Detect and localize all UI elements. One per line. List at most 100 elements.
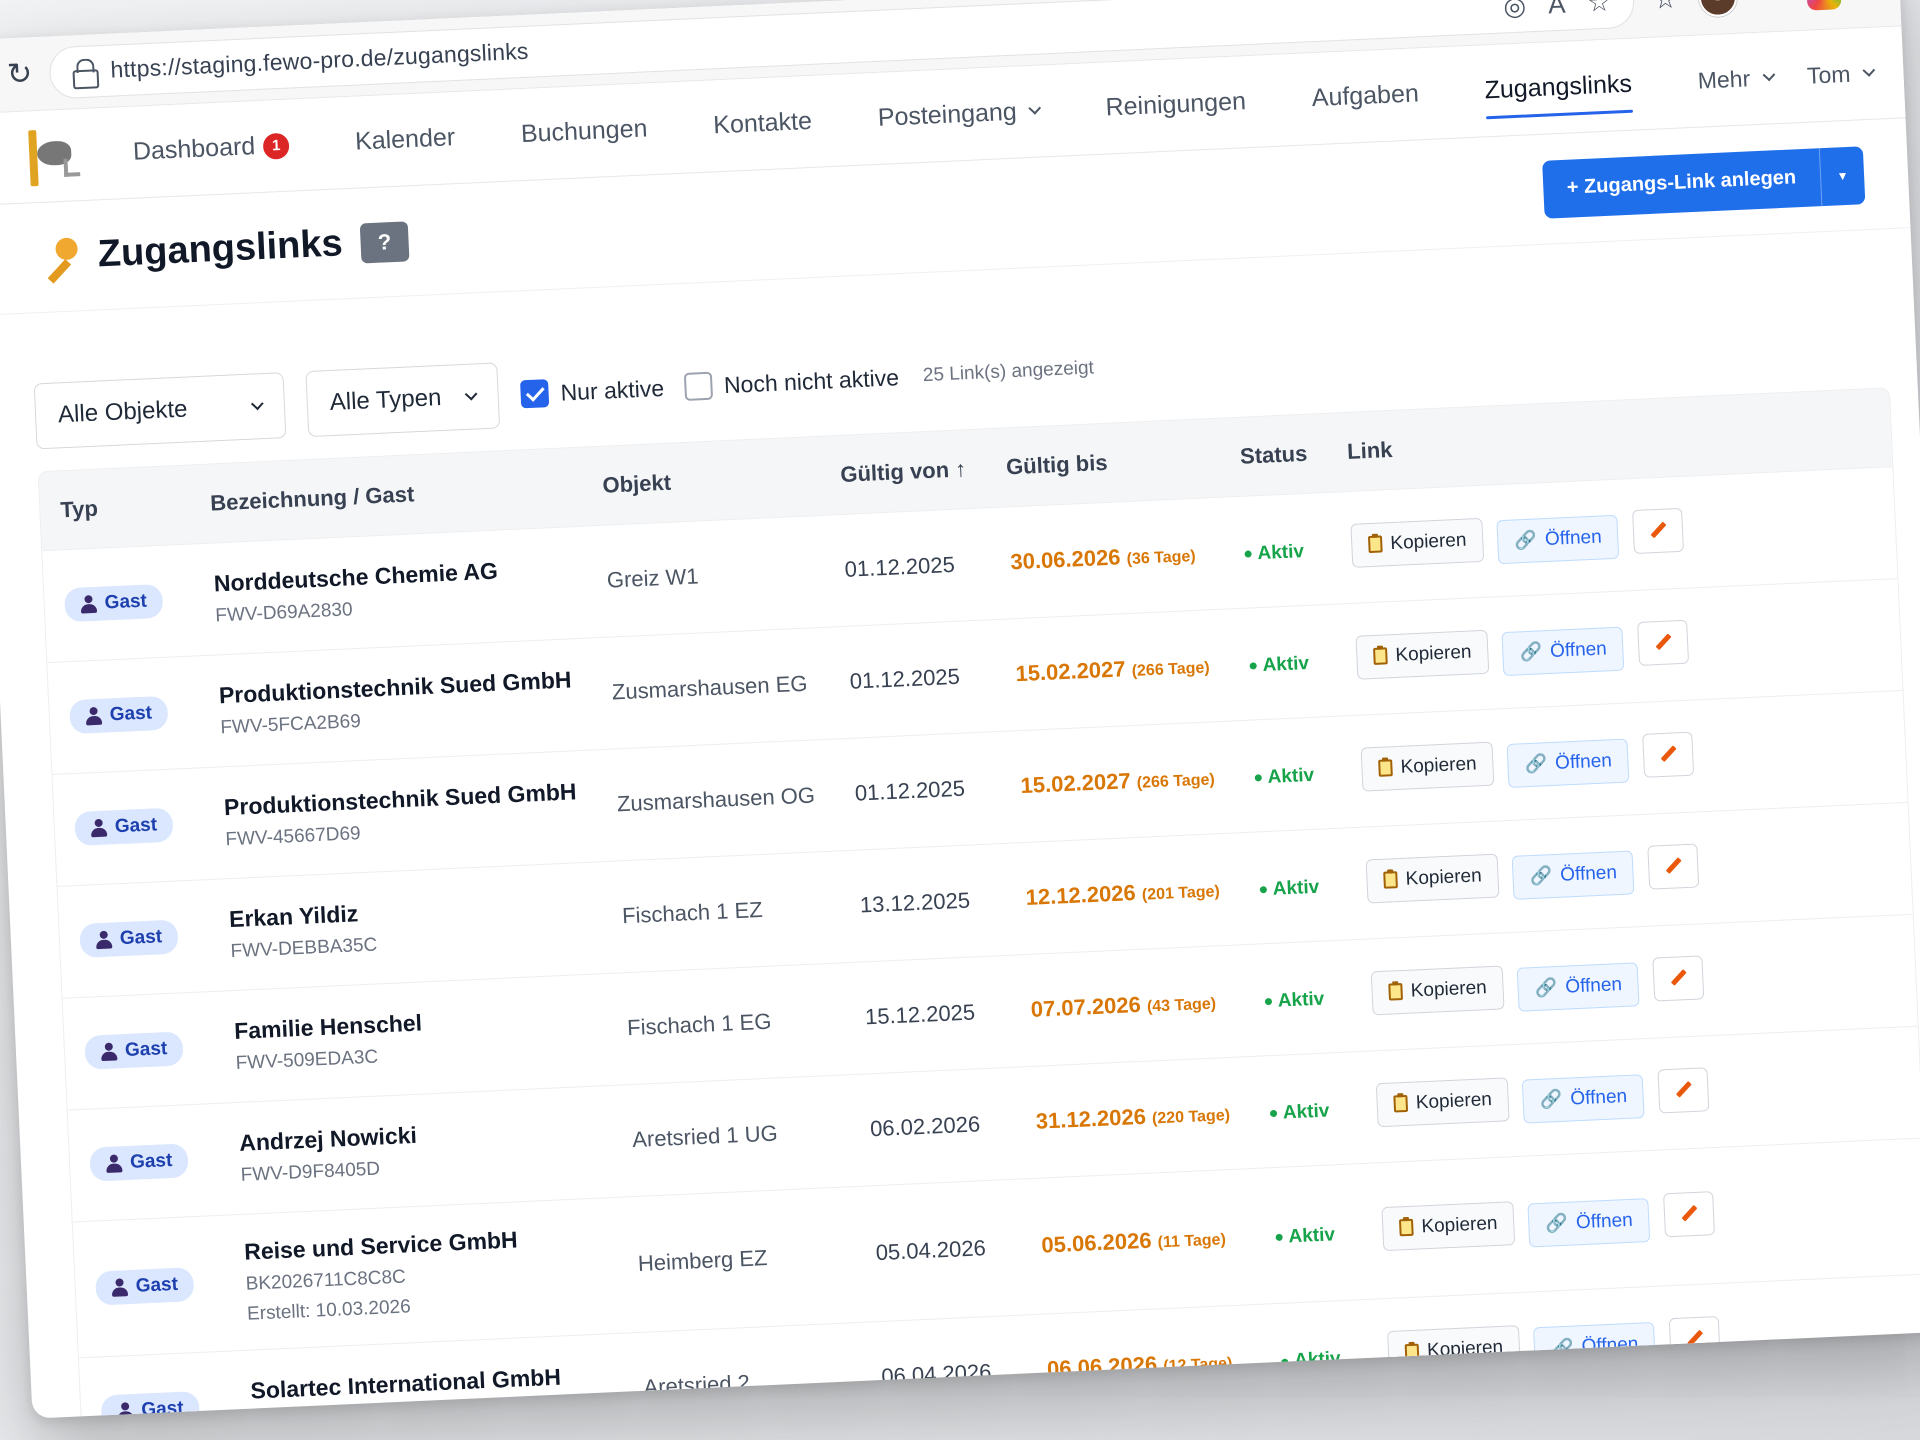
not-yet-active-label[interactable]: Noch nicht aktive <box>723 364 899 399</box>
open-button[interactable]: 🔗 Öffnen <box>1496 514 1620 564</box>
cell-guest: Produktionstechnik Sued GmbH FWV-5FCA2B6… <box>197 637 595 768</box>
edit-button[interactable] <box>1631 508 1684 555</box>
app-logo[interactable] <box>22 124 81 188</box>
copy-button[interactable]: Kopieren <box>1360 741 1495 792</box>
type-badge: Gast <box>100 1391 201 1419</box>
browser-window: ↻ https://staging.fewo-pro.de/zugangslin… <box>0 0 1920 1419</box>
create-link-dropdown-toggle[interactable]: ▾ <box>1818 145 1866 206</box>
copy-button[interactable]: Kopieren <box>1375 1077 1510 1128</box>
type-label: Gast <box>124 1038 168 1061</box>
location-icon[interactable]: ◎ <box>1503 0 1527 22</box>
pencil-icon <box>1679 1205 1698 1224</box>
edit-button[interactable] <box>1651 955 1704 1002</box>
create-link-button-group: + Zugangs-Link anlegen ▾ <box>1541 145 1866 219</box>
open-label: Öffnen <box>1581 1333 1639 1358</box>
cell-valid-until: 30.06.2026 (36 Tage) <box>987 496 1227 620</box>
link-icon: 🔗 <box>1539 1089 1563 1111</box>
open-button[interactable]: 🔗 Öffnen <box>1516 962 1640 1012</box>
edit-button[interactable] <box>1646 843 1699 890</box>
not-yet-active-checkbox[interactable] <box>683 371 713 401</box>
nav-reinigungen[interactable]: Reinigungen <box>1105 87 1247 122</box>
nav-mehr[interactable]: Mehr <box>1697 64 1775 94</box>
cell-valid-from: 06.02.2026 <box>847 1066 1019 1187</box>
valid-until-days: (36 Tage) <box>1126 547 1197 569</box>
copy-button[interactable]: Kopieren <box>1350 517 1485 568</box>
valid-until-date: 12.12.2026 <box>1025 880 1137 910</box>
only-active-checkbox[interactable] <box>520 379 550 409</box>
more-options-icon[interactable]: ⋯ <box>1758 0 1785 11</box>
col-gueltig-bis[interactable]: Gültig bis <box>984 418 1222 508</box>
type-filter-select[interactable]: Alle Typen <box>305 362 501 438</box>
user-menu[interactable]: Tom <box>1806 60 1876 90</box>
col-gueltig-von[interactable]: Gültig von ↑ <box>818 429 988 515</box>
help-button[interactable]: ? <box>359 220 410 263</box>
valid-until-date: 31.12.2026 <box>1035 1103 1147 1134</box>
valid-until-date: 30.06.2026 <box>1009 544 1121 575</box>
open-button[interactable]: 🔗 Öffnen <box>1506 738 1630 788</box>
copilot-icon[interactable] <box>1805 0 1842 11</box>
col-objekt[interactable]: Objekt <box>580 436 823 526</box>
favorite-star-icon[interactable]: ☆ <box>1587 0 1612 19</box>
type-label: Gast <box>104 590 148 614</box>
clipboard-icon <box>1373 647 1388 666</box>
cell-valid-from: 15.12.2025 <box>842 954 1014 1075</box>
lock-icon <box>72 58 95 85</box>
read-aloud-icon[interactable]: Á <box>1547 0 1566 20</box>
copy-button[interactable]: Kopieren <box>1365 853 1500 904</box>
copy-label: Kopieren <box>1400 753 1478 778</box>
clipboard-icon <box>1383 871 1399 889</box>
pencil-icon <box>1685 1329 1704 1348</box>
open-button[interactable]: 🔗 Öffnen <box>1527 1197 1651 1248</box>
copy-button[interactable]: Kopieren <box>1370 965 1505 1016</box>
favorites-icon[interactable]: ☆ <box>1653 0 1678 16</box>
copy-button[interactable]: Kopieren <box>1355 629 1490 680</box>
cell-valid-from: 01.12.2025 <box>827 619 999 739</box>
copy-label: Kopieren <box>1389 529 1467 554</box>
cell-status: Aktiv <box>1258 1298 1371 1416</box>
edit-button[interactable] <box>1662 1191 1715 1238</box>
cell-object: Fischach 1 EZ <box>599 850 843 974</box>
nav-zugangslinks[interactable]: Zugangslinks <box>1484 70 1632 106</box>
nav-kontakte[interactable]: Kontakte <box>713 107 813 140</box>
reload-icon[interactable]: ↻ <box>0 53 40 95</box>
valid-until-days: (11 Tage) <box>1157 1231 1227 1252</box>
edit-button[interactable] <box>1636 619 1689 667</box>
copy-button[interactable]: Kopieren <box>1381 1200 1516 1251</box>
create-link-button[interactable]: + Zugangs-Link anlegen <box>1542 148 1822 219</box>
nav-buchungen[interactable]: Buchungen <box>520 114 648 149</box>
type-badge: Gast <box>94 1267 195 1306</box>
col-typ[interactable]: Typ <box>38 465 193 551</box>
edit-button[interactable] <box>1668 1315 1721 1362</box>
col-status[interactable]: Status <box>1218 413 1330 497</box>
open-button[interactable]: 🔗 Öffnen <box>1501 626 1625 676</box>
only-active-label[interactable]: Nur aktive <box>560 374 665 406</box>
edit-button[interactable] <box>1641 731 1694 779</box>
pencil-icon <box>1663 857 1682 876</box>
nav-posteingang[interactable]: Posteingang <box>877 97 1042 133</box>
nav-aufgaben[interactable]: Aufgaben <box>1311 79 1419 113</box>
open-button[interactable]: 🔗 Öffnen <box>1522 1073 1646 1124</box>
edit-button[interactable] <box>1657 1067 1709 1114</box>
url-text[interactable]: https://staging.fewo-pro.de/zugangslinks <box>110 38 529 84</box>
type-label: Gast <box>109 702 153 726</box>
person-icon <box>96 930 113 949</box>
object-filter-select[interactable]: Alle Objekte <box>33 372 287 450</box>
nav-dashboard[interactable]: Dashboard 1 <box>132 131 290 167</box>
guest-code: FWV-509EDA3C <box>235 1046 379 1074</box>
open-button[interactable]: 🔗 Öffnen <box>1533 1321 1657 1372</box>
type-badge: Gast <box>84 1031 184 1070</box>
person-icon <box>106 1154 123 1173</box>
copy-label: Kopieren <box>1405 865 1483 890</box>
status-badge: Aktiv <box>1264 988 1324 1013</box>
profile-avatar[interactable] <box>1698 0 1738 18</box>
status-badge: Aktiv <box>1259 876 1319 901</box>
cell-object: Heimberg EZ <box>614 1186 859 1333</box>
type-badge: Gast <box>69 695 169 735</box>
copy-button[interactable]: Kopieren <box>1387 1325 1522 1375</box>
nav-kalender[interactable]: Kalender <box>354 123 455 157</box>
cell-valid-until: 31.12.2026 (220 Tage) <box>1013 1056 1253 1179</box>
open-button[interactable]: 🔗 Öffnen <box>1511 850 1635 900</box>
guest-code: FWV-5FCA2B69 <box>219 710 362 738</box>
type-label: Gast <box>140 1397 185 1419</box>
type-label: Gast <box>135 1273 179 1297</box>
